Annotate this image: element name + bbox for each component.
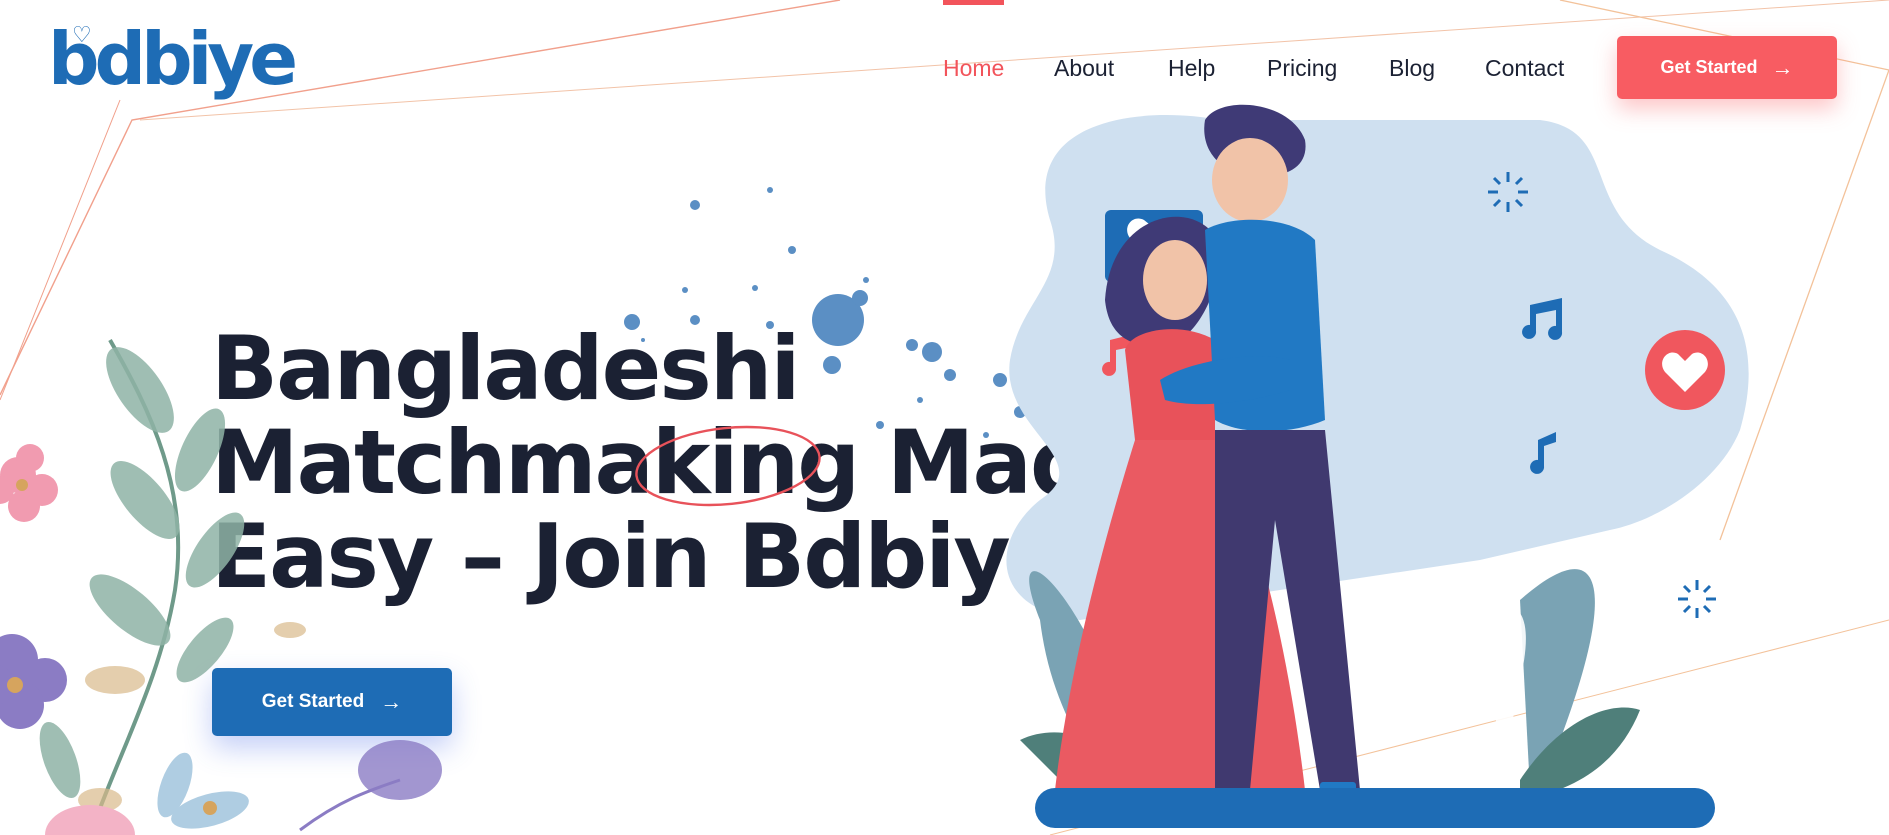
nav-active-indicator [943,0,1004,5]
nav-item-blog[interactable]: Blog [1389,52,1435,84]
nav-item-pricing[interactable]: Pricing [1267,52,1337,84]
couple-illustration [1006,104,1749,828]
nav-item-help[interactable]: Help [1168,52,1215,84]
hand-drawn-circle-highlight [635,425,821,507]
nav-item-home[interactable]: Home [943,52,1004,84]
arrow-right-icon: → [1771,54,1794,80]
header-get-started-label: Get Started [1660,57,1758,77]
main-nav: Home About Help Pricing Blog Contact [0,52,1889,84]
watercolor-flowers-decoration [0,339,442,835]
nav-item-about[interactable]: About [1054,52,1114,84]
nav-item-contact[interactable]: Contact [1485,52,1564,84]
flower-pink [0,444,58,522]
header-get-started-button[interactable]: Get Started → [1617,36,1837,99]
heart-circle-icon [1645,330,1725,410]
